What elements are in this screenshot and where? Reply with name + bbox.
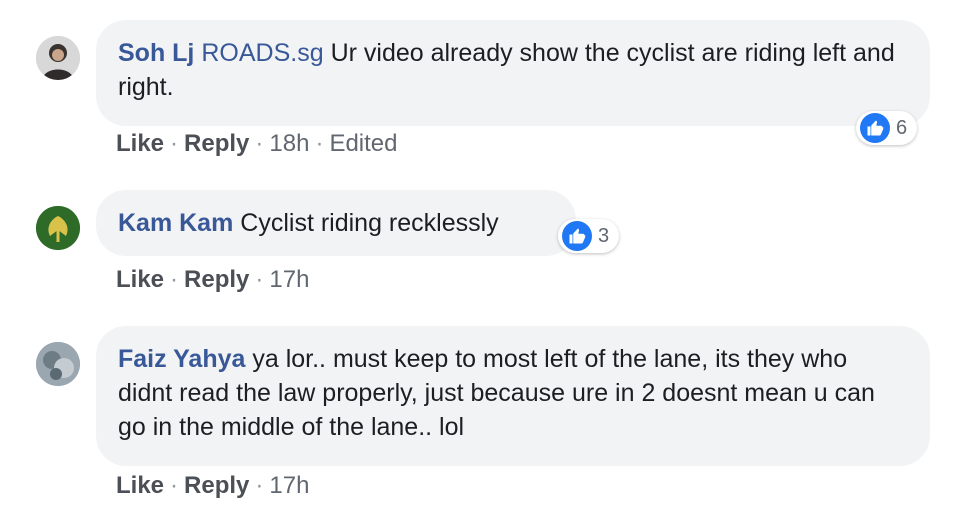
mention-tag[interactable]: ROADS.sg — [201, 39, 323, 67]
comment-actions: Like · Reply · 17h — [116, 266, 310, 293]
comment-actions: Like · Reply · 17h — [116, 472, 310, 499]
avatar[interactable] — [36, 342, 80, 386]
like-link[interactable]: Like — [116, 472, 164, 499]
user-photo-icon — [36, 342, 80, 386]
reply-link[interactable]: Reply — [184, 266, 249, 293]
comment-bubble: Soh Lj ROADS.sg Ur video already show th… — [96, 20, 930, 126]
like-link[interactable]: Like — [116, 266, 164, 293]
comment-author[interactable]: Soh Lj — [118, 39, 194, 67]
reply-link[interactable]: Reply — [184, 130, 249, 157]
comment-bubble: Kam Kam Cyclist riding recklessly — [96, 190, 576, 256]
comment-author[interactable]: Kam Kam — [118, 209, 233, 237]
like-icon — [562, 221, 592, 251]
user-photo-icon — [36, 36, 80, 80]
reaction-count[interactable]: 6 — [856, 111, 918, 145]
user-photo-icon — [36, 206, 80, 250]
comment-timestamp[interactable]: 17h — [269, 472, 309, 499]
edited-label[interactable]: Edited — [329, 130, 397, 157]
comment-bubble: Faiz Yahya ya lor.. must keep to most le… — [96, 326, 930, 466]
reaction-count-value: 6 — [896, 116, 908, 139]
like-link[interactable]: Like — [116, 130, 164, 157]
comment-timestamp[interactable]: 18h — [269, 130, 309, 157]
comment-text: Cyclist riding recklessly — [240, 209, 499, 237]
avatar[interactable] — [36, 36, 80, 80]
comment-author[interactable]: Faiz Yahya — [118, 345, 245, 373]
reply-link[interactable]: Reply — [184, 472, 249, 499]
comment-actions: Like · Reply · 18h · Edited — [116, 130, 398, 157]
reaction-count-value: 3 — [598, 224, 610, 247]
avatar[interactable] — [36, 206, 80, 250]
reaction-count[interactable]: 3 — [558, 219, 620, 253]
comment-timestamp[interactable]: 17h — [269, 266, 309, 293]
like-icon — [860, 113, 890, 143]
